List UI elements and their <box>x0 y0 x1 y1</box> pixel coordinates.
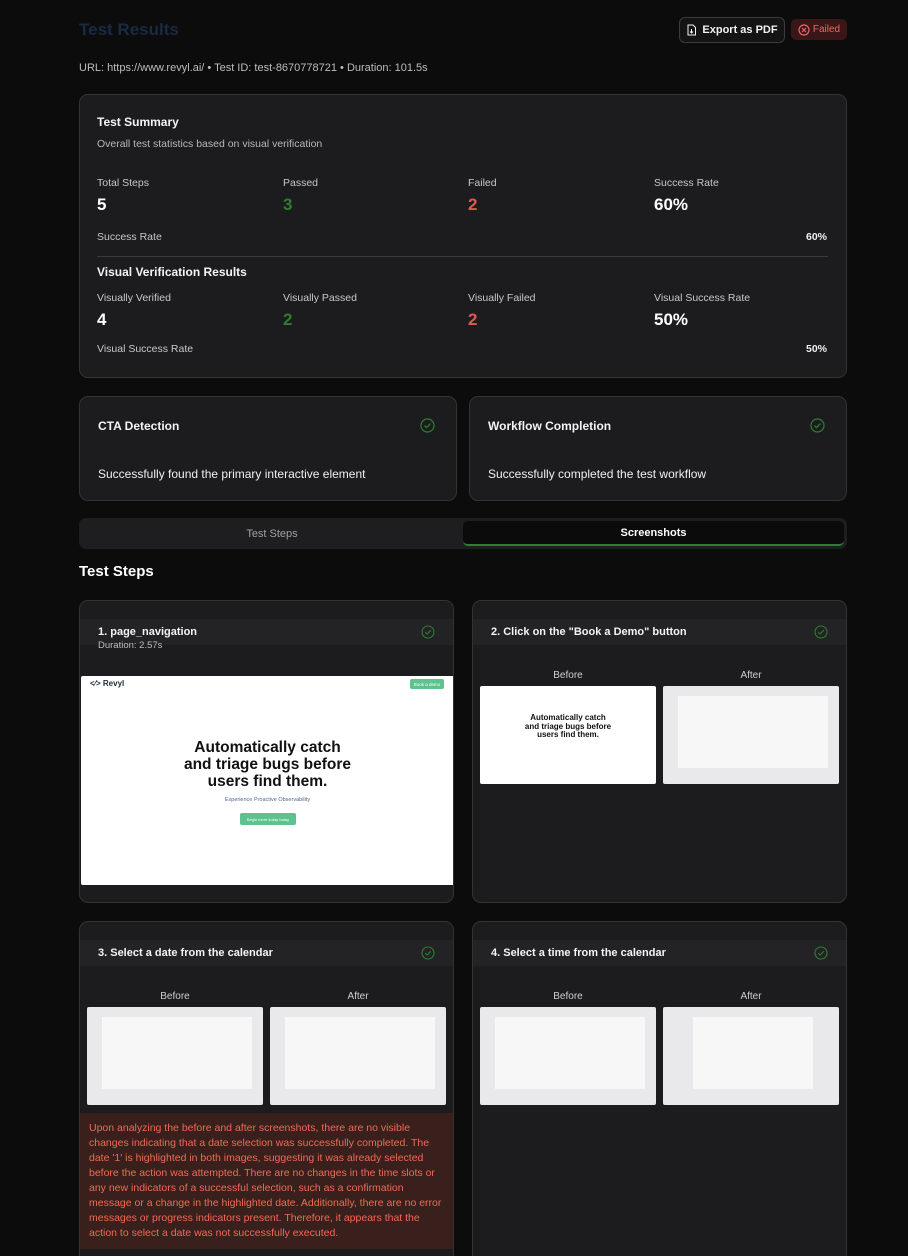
step-card-4: 4. Select a time from the calendar Befor… <box>472 921 847 1256</box>
visual-stat-value-verified: 4 <box>97 310 107 329</box>
stat-label-success-rate: Success Rate <box>654 177 719 189</box>
headline-line: and triage bugs before <box>183 756 352 773</box>
check-circle-icon <box>814 625 828 639</box>
before-screenshot[interactable] <box>480 1007 656 1105</box>
before-screenshot[interactable] <box>87 1007 263 1105</box>
after-label: After <box>740 991 762 1002</box>
step-title: 1. page_navigation <box>98 626 198 638</box>
check-circle-icon <box>810 418 825 433</box>
workflow-completion-card: Workflow Completion Successfully complet… <box>469 396 847 501</box>
summary-divider <box>97 256 828 257</box>
after-label: After <box>740 670 762 681</box>
workflow-completion-title: Workflow Completion <box>488 419 612 433</box>
step-card-1: 1. page_navigation Duration: 2.57s <⁄> R… <box>79 600 454 903</box>
check-circle-icon <box>420 418 435 433</box>
stat-label-failed: Failed <box>468 177 497 189</box>
step-analysis: Upon analyzing the before and after scre… <box>80 1113 453 1249</box>
visual-stat-label-failed: Visually Failed <box>468 292 536 304</box>
workflow-completion-text: Successfully completed the test workflow <box>488 467 707 481</box>
step-card-3: 3. Select a date from the calendar Befor… <box>79 921 454 1256</box>
view-tabs: Test Steps Screenshots <box>79 518 847 549</box>
step-header: 2. Click on the "Book a Demo" button <box>473 619 846 645</box>
tab-screenshots[interactable]: Screenshots <box>463 521 844 546</box>
before-label: Before <box>160 991 190 1002</box>
status-label: Failed <box>812 24 841 35</box>
visual-stat-label-passed: Visually Passed <box>283 292 357 304</box>
headline-line: Automatically catch <box>194 739 341 756</box>
success-rate-value: 60% <box>805 231 827 243</box>
file-export-icon <box>687 24 697 36</box>
after-label: After <box>347 991 369 1002</box>
calendar-panel <box>495 1017 645 1089</box>
tab-test-steps[interactable]: Test Steps <box>82 521 462 546</box>
stat-label-total: Total Steps <box>97 177 149 189</box>
stat-value-total: 5 <box>97 195 107 214</box>
stat-value-failed: 2 <box>468 195 478 214</box>
cta-detection-text: Successfully found the primary interacti… <box>98 467 366 481</box>
step-card-2: 2. Click on the "Book a Demo" button Bef… <box>472 600 847 903</box>
thumb-headline: Automatically catch and triage bugs befor… <box>524 713 612 739</box>
screenshot-tagline: Experience Proactive Observability <box>224 797 311 803</box>
screenshot-headline: Automatically catch and triage bugs befo… <box>81 739 453 790</box>
step-title: 4. Select a time from the calendar <box>491 947 666 959</box>
step-header: 4. Select a time from the calendar <box>473 940 846 966</box>
visual-success-rate-label: Visual Success Rate <box>97 343 194 355</box>
check-circle-icon <box>421 625 435 639</box>
export-pdf-label: Export as PDF <box>702 24 778 36</box>
visual-stat-value-failed: 2 <box>468 310 478 329</box>
screenshot-cta: Book a demo <box>410 679 444 689</box>
visual-stat-value-success-rate: 50% <box>654 310 689 329</box>
check-circle-icon <box>421 946 435 960</box>
before-screenshot[interactable]: Automatically catch and triage bugs befor… <box>480 686 656 784</box>
booking-form-panel <box>693 1017 813 1089</box>
before-label: Before <box>553 991 583 1002</box>
cta-detection-title: CTA Detection <box>98 419 180 433</box>
calendar-panel <box>678 696 828 768</box>
step-header: 3. Select a date from the calendar <box>80 940 453 966</box>
stat-value-success-rate: 60% <box>654 195 689 214</box>
after-screenshot[interactable] <box>663 1007 839 1105</box>
screenshot-button: Begin more today today <box>240 813 296 825</box>
after-screenshot[interactable] <box>663 686 839 784</box>
page-title: Test Results <box>79 20 179 39</box>
stat-value-passed: 3 <box>283 195 293 214</box>
screenshot-logo: <⁄> Revyl <box>90 679 125 688</box>
export-pdf-button[interactable]: Export as PDF <box>679 17 785 43</box>
check-circle-icon <box>814 946 828 960</box>
test-summary-card <box>79 94 847 378</box>
success-rate-label: Success Rate <box>97 231 162 243</box>
visual-stat-label-verified: Visually Verified <box>97 292 171 304</box>
step-duration: Duration: 2.57s <box>98 640 163 651</box>
before-label: Before <box>553 670 583 681</box>
visual-stat-label-success-rate: Visual Success Rate <box>654 292 751 304</box>
step-title: 2. Click on the "Book a Demo" button <box>491 626 687 638</box>
calendar-panel <box>285 1017 435 1089</box>
test-meta: URL: https://www.revyl.ai/ • Test ID: te… <box>79 62 428 74</box>
visual-results-title: Visual Verification Results <box>97 265 247 279</box>
x-circle-icon <box>798 23 810 36</box>
visual-stat-value-passed: 2 <box>283 310 293 329</box>
headline-line: users find them. <box>207 773 328 790</box>
summary-title: Test Summary <box>97 115 179 129</box>
step-title: 3. Select a date from the calendar <box>98 947 273 959</box>
stat-label-passed: Passed <box>283 177 319 189</box>
visual-success-rate-value: 50% <box>805 343 827 355</box>
step-screenshot[interactable]: <⁄> Revyl Book a demo Automatically catc… <box>81 676 453 885</box>
calendar-panel <box>102 1017 252 1089</box>
status-badge: Failed <box>791 19 847 40</box>
cta-detection-card: CTA Detection Successfully found the pri… <box>79 396 457 501</box>
summary-subtitle: Overall test statistics based on visual … <box>97 138 323 150</box>
steps-section-title: Test Steps <box>79 563 154 580</box>
after-screenshot[interactable] <box>270 1007 446 1105</box>
